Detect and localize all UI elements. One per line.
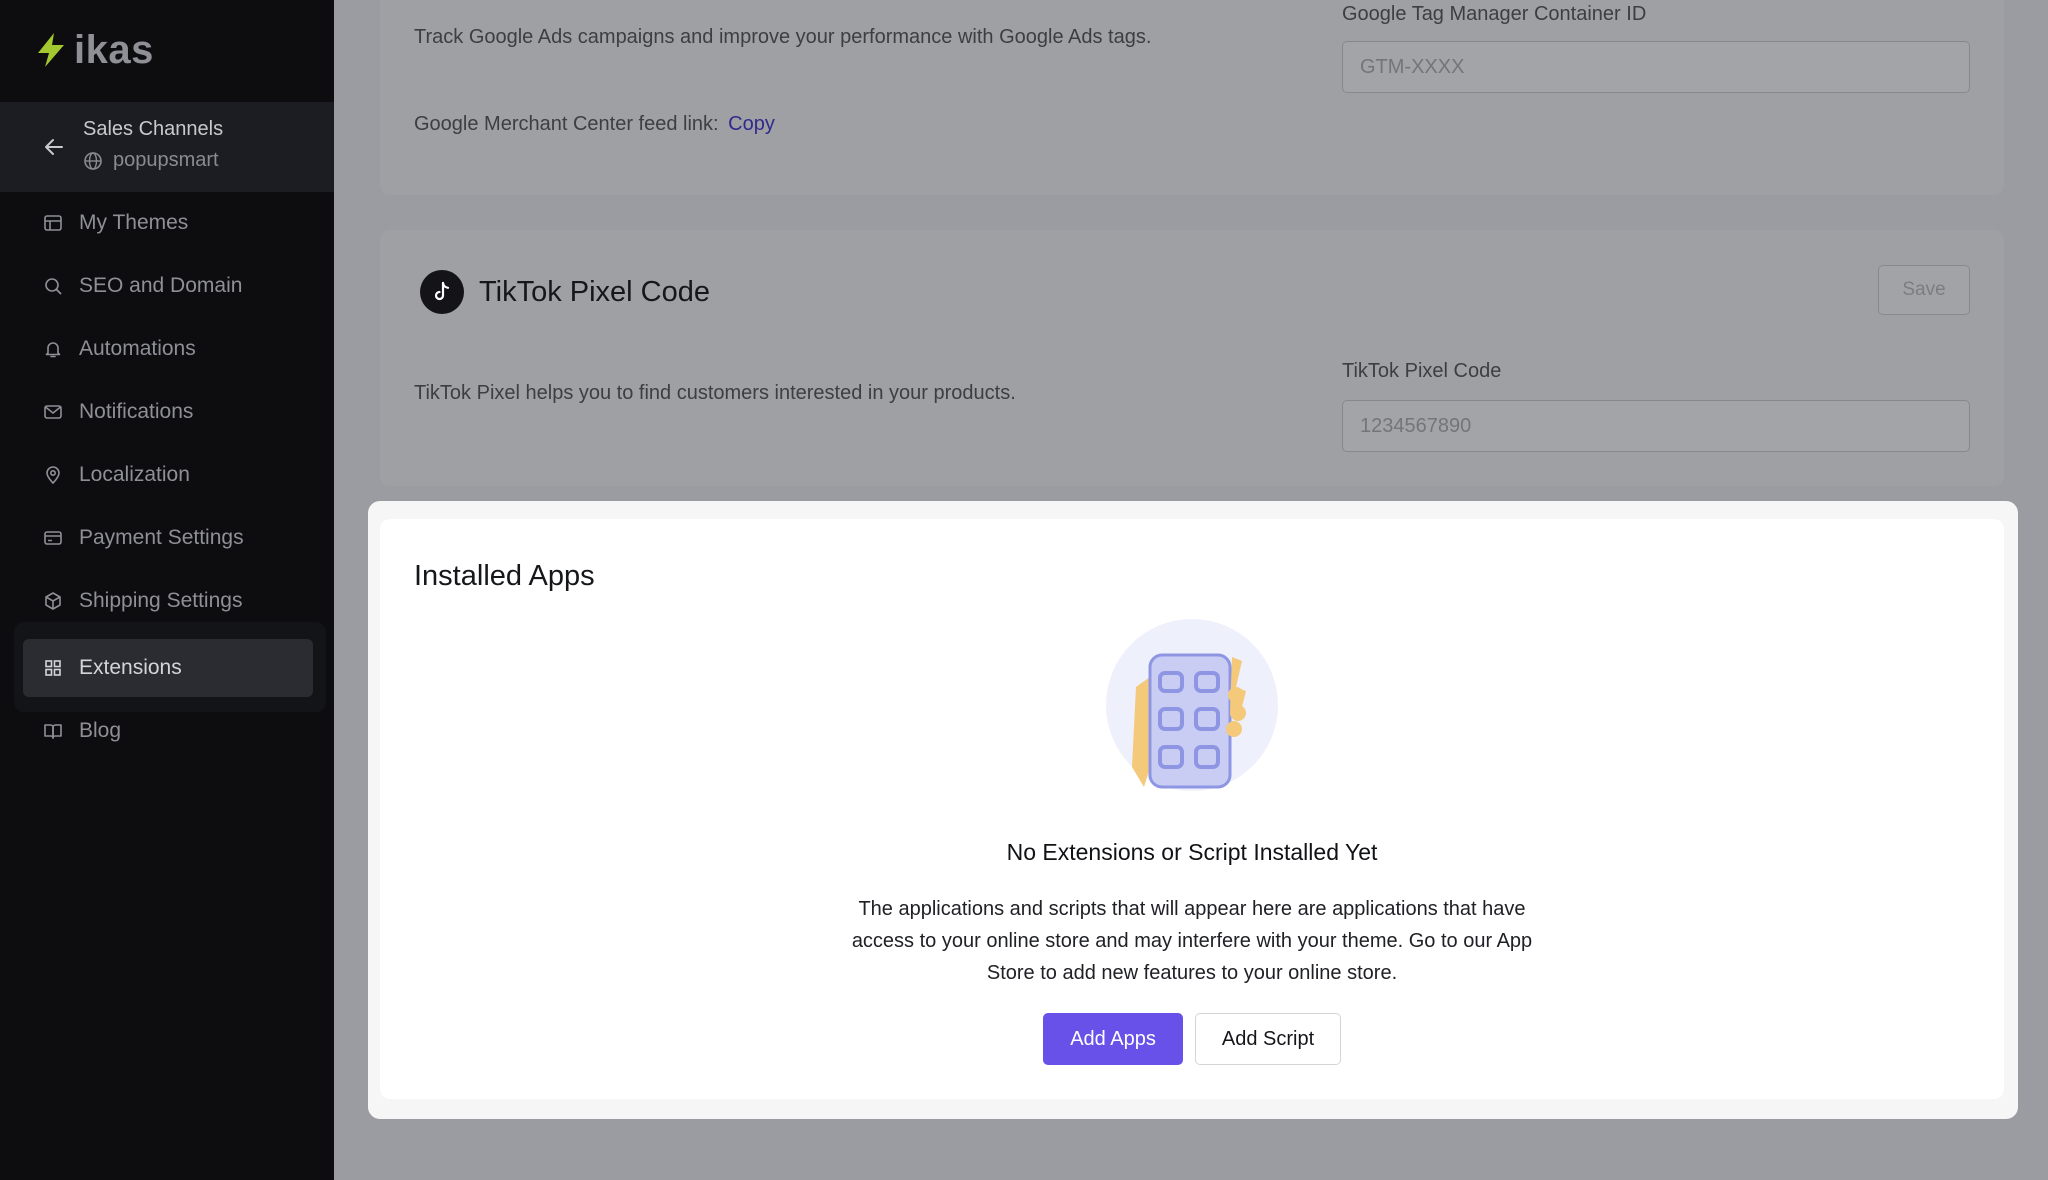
installed-apps-highlight: Installed Apps No Extensions or Script I…: [368, 501, 2018, 1119]
gtm-label: Google Tag Manager Container ID: [1342, 3, 1647, 25]
google-ads-description: Track Google Ads campaigns and improve y…: [414, 26, 1152, 48]
lightning-bolt-icon: [38, 33, 64, 67]
sidebar-item-automations[interactable]: Automations: [23, 320, 313, 378]
sales-channels-title: Sales Channels: [83, 118, 224, 140]
sidebar-item-notifications[interactable]: Notifications: [23, 383, 313, 441]
tiktok-icon: [420, 270, 464, 314]
layout-icon: [44, 215, 62, 231]
mail-icon: [44, 405, 62, 419]
sidebar-item-label: Automations: [79, 337, 196, 360]
sidebar-item-shipping-settings[interactable]: Shipping Settings: [23, 572, 313, 630]
sidebar-item-my-themes[interactable]: My Themes: [23, 194, 313, 252]
sidebar-item-payment-settings[interactable]: Payment Settings: [23, 509, 313, 567]
add-script-button[interactable]: Add Script: [1195, 1013, 1341, 1065]
add-apps-button[interactable]: Add Apps: [1043, 1013, 1183, 1065]
grid-icon: [45, 660, 61, 676]
phone-apps-illustration: [1106, 619, 1278, 791]
sidebar-item-label: Extensions: [79, 656, 182, 679]
sidebar-item-label: SEO and Domain: [79, 274, 243, 297]
sales-channel-header[interactable]: Sales Channels popupsmart: [0, 102, 334, 192]
sidebar-item-extensions[interactable]: Extensions: [23, 639, 313, 697]
copy-link[interactable]: Copy: [728, 113, 775, 135]
package-icon: [45, 592, 61, 610]
store-name: popupsmart: [113, 149, 219, 171]
sidebar-item-seo-and-domain[interactable]: SEO and Domain: [23, 257, 313, 315]
location-pin-icon: [46, 466, 60, 485]
credit-card-icon: [44, 531, 62, 545]
sidebar-item-blog[interactable]: Blog: [23, 702, 313, 760]
google-ads-card: Track Google Ads campaigns and improve y…: [380, 0, 2004, 195]
tiktok-pixel-input[interactable]: 1234567890: [1342, 400, 1970, 452]
sidebar-item-label: Blog: [79, 719, 122, 742]
save-button[interactable]: Save: [1878, 265, 1970, 315]
globe-icon: [84, 151, 102, 170]
merchant-feed-label: Google Merchant Center feed link:: [414, 113, 719, 135]
tiktok-pixel-label: TikTok Pixel Code: [1342, 360, 1502, 382]
search-icon: [45, 278, 62, 295]
sidebar-item-label: Shipping Settings: [79, 589, 243, 612]
bell-icon: [45, 342, 61, 358]
gtm-container-id-input[interactable]: GTM-XXXX: [1342, 41, 1970, 93]
sidebar-item-label: Notifications: [79, 400, 194, 423]
merchant-feed-row: Google Merchant Center feed link: Copy: [414, 113, 775, 136]
installed-apps-title: Installed Apps: [414, 560, 595, 592]
arrow-left-icon[interactable]: [42, 135, 66, 159]
tiktok-pixel-card: TikTok Pixel Code Save TikTok Pixel help…: [380, 230, 2004, 486]
brand-logo[interactable]: ikas: [36, 28, 154, 72]
empty-state-description: The applications and scripts that will a…: [851, 898, 1533, 984]
sidebar-item-label: Localization: [79, 463, 190, 486]
tiktok-description: TikTok Pixel helps you to find customers…: [414, 382, 1016, 404]
book-icon: [44, 724, 62, 739]
sidebar-item-label: My Themes: [79, 211, 189, 234]
store-name-row: popupsmart: [83, 149, 219, 172]
empty-state-title: No Extensions or Script Installed Yet: [1006, 839, 1378, 865]
brand-name: ikas: [74, 27, 154, 72]
installed-apps-card: Installed Apps No Extensions or Script I…: [380, 519, 2004, 1099]
tiktok-note-icon: [434, 281, 450, 301]
sidebar-item-localization[interactable]: Localization: [23, 446, 313, 504]
sidebar: ikas Sales Channels popupsmart My Themes…: [0, 0, 334, 1180]
tiktok-card-title: TikTok Pixel Code: [479, 276, 711, 308]
sidebar-item-label: Payment Settings: [79, 526, 244, 549]
